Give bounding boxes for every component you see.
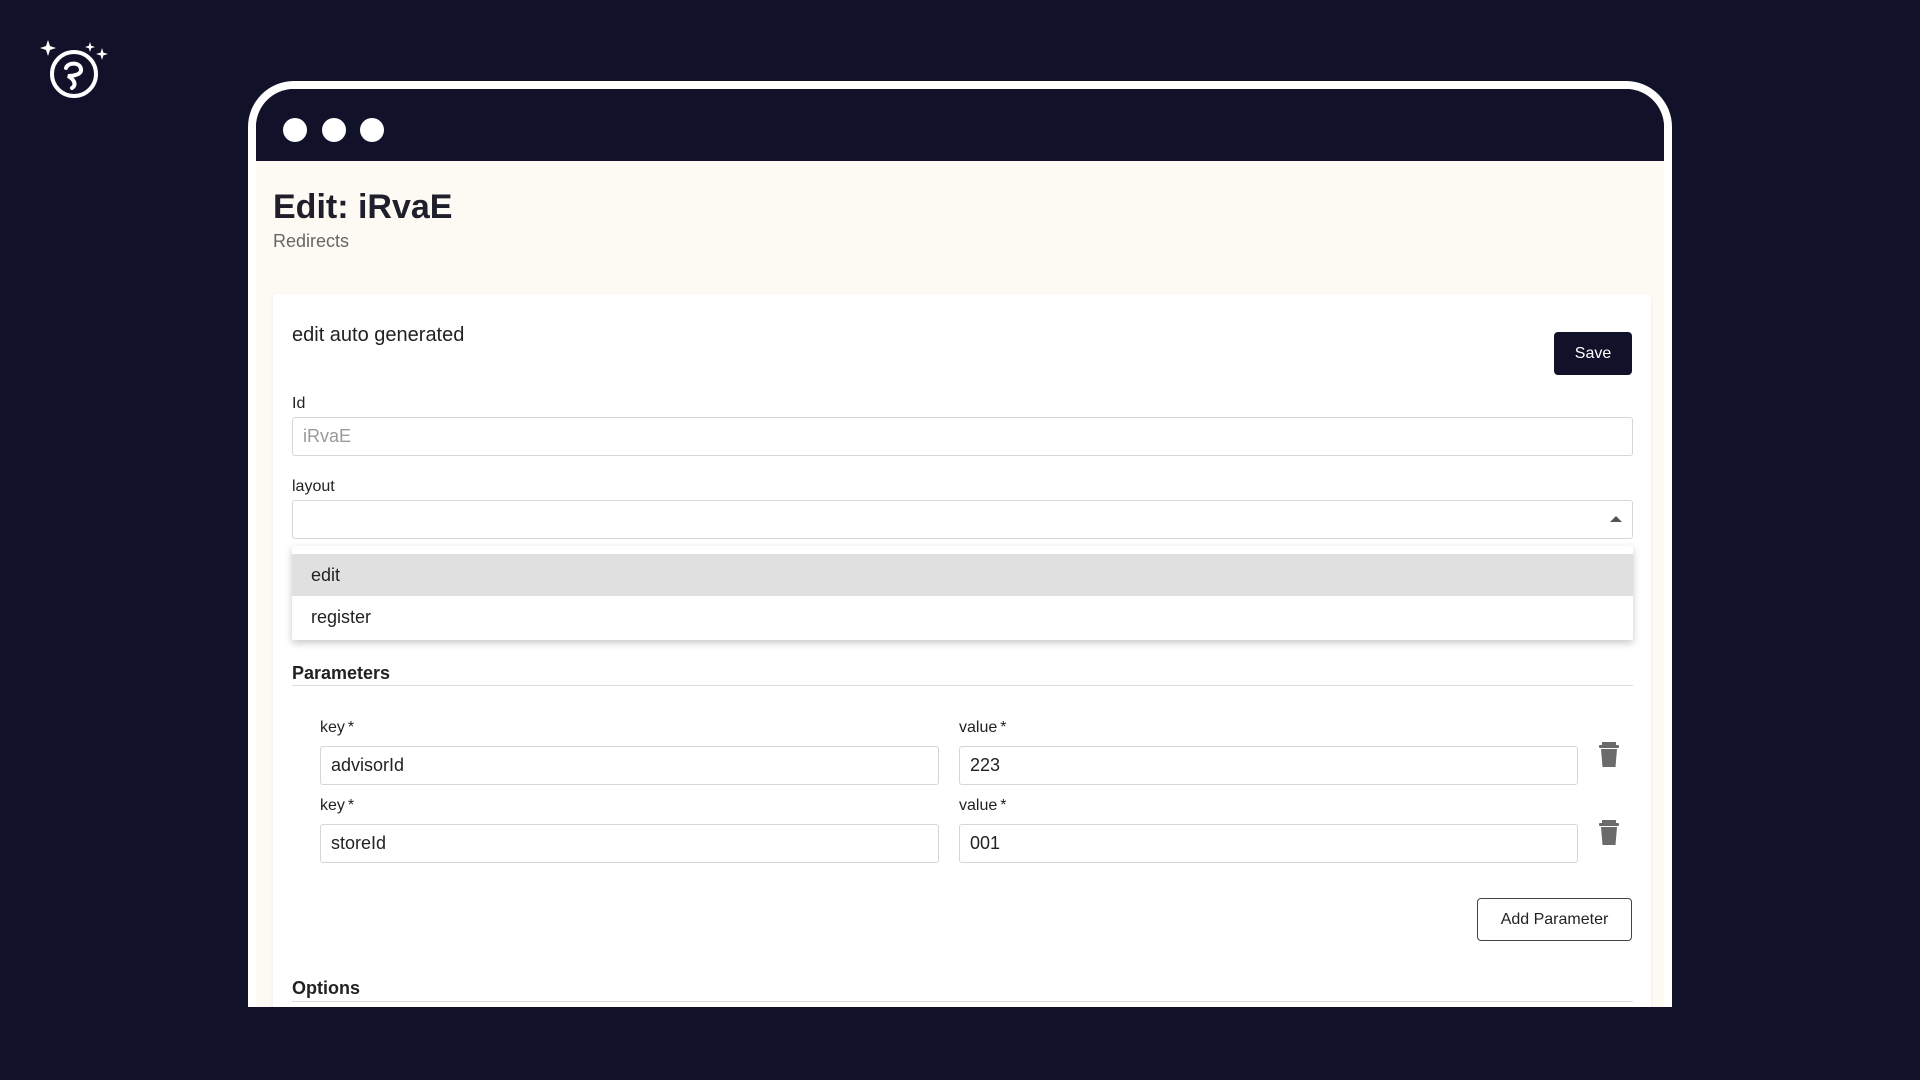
param-key-input[interactable] bbox=[320, 746, 939, 785]
page-subtitle: Redirects bbox=[273, 231, 350, 251]
trash-icon bbox=[1599, 820, 1619, 845]
param-key-label: key * bbox=[320, 719, 355, 736]
window-dot-icon bbox=[360, 118, 384, 142]
brand-logo-icon bbox=[38, 38, 110, 104]
delete-parameter-button[interactable] bbox=[1593, 737, 1625, 773]
param-value-input[interactable] bbox=[959, 746, 1578, 785]
page-title: Edit: iRvaE bbox=[273, 188, 453, 226]
layout-label: layout bbox=[292, 478, 335, 495]
options-divider bbox=[292, 1001, 1633, 1002]
add-parameter-button[interactable]: Add Parameter bbox=[1477, 898, 1632, 941]
param-key-label: key * bbox=[320, 797, 355, 814]
param-value-label: value * bbox=[959, 719, 1007, 736]
param-value-label: value * bbox=[959, 797, 1007, 814]
id-field[interactable] bbox=[292, 417, 1633, 456]
param-value-input[interactable] bbox=[959, 824, 1578, 863]
id-label: Id bbox=[292, 395, 306, 412]
caret-up-icon bbox=[1610, 516, 1622, 522]
parameters-section-title: Parameters bbox=[292, 663, 391, 683]
delete-parameter-button[interactable] bbox=[1593, 815, 1625, 851]
parameters-divider bbox=[292, 685, 1633, 686]
page-viewport: Edit: iRvaE Redirects edit auto generate… bbox=[256, 161, 1664, 1007]
options-section-title: Options bbox=[292, 978, 360, 998]
window-titlebar bbox=[256, 89, 1664, 161]
browser-window: Edit: iRvaE Redirects edit auto generate… bbox=[248, 81, 1672, 1007]
save-button[interactable]: Save bbox=[1554, 332, 1632, 375]
dropdown-option-register[interactable]: register bbox=[292, 596, 1633, 638]
window-dot-icon bbox=[283, 118, 307, 142]
trash-icon bbox=[1599, 742, 1619, 767]
param-key-input[interactable] bbox=[320, 824, 939, 863]
form-heading: edit auto generated bbox=[292, 324, 465, 346]
window-dot-icon bbox=[322, 118, 346, 142]
brand-logo-svg bbox=[40, 40, 108, 98]
layout-select[interactable] bbox=[292, 500, 1633, 539]
dropdown-option-edit[interactable]: edit bbox=[292, 554, 1633, 596]
layout-dropdown-menu: edit register bbox=[292, 546, 1633, 640]
edit-form-card: edit auto generated Save Id layout edit … bbox=[273, 294, 1651, 1007]
